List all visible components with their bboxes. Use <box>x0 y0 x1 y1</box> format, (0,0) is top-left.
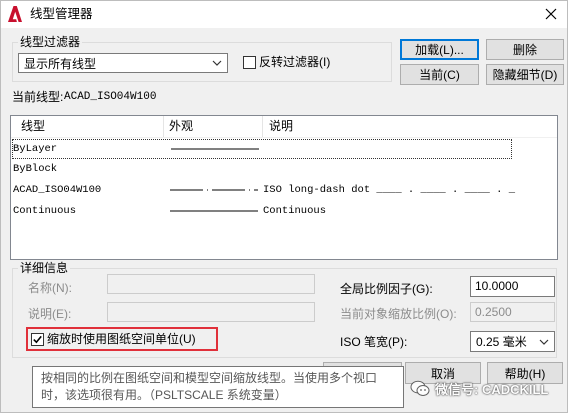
close-button[interactable] <box>540 4 562 24</box>
current-linetype-value: ACAD_ISO04W100 <box>64 91 157 103</box>
object-scale-field[interactable]: 0.2500 <box>470 302 555 322</box>
linetype-preview <box>171 140 259 158</box>
table-row[interactable]: ByLayer <box>12 139 512 159</box>
linetype-list[interactable]: 线型 外观 说明 ByLayer ByBlock ACAD_ISO04W100 … <box>10 115 558 260</box>
wechat-icon <box>410 380 430 396</box>
global-scale-field[interactable]: 10.0000 <box>470 276 555 297</box>
close-icon <box>545 8 557 20</box>
linetype-name: ACAD_ISO04W100 <box>13 184 102 196</box>
load-button[interactable]: 加载(L)... <box>400 39 479 60</box>
invert-filter-checkbox[interactable] <box>243 56 256 69</box>
set-current-button[interactable]: 当前(C) <box>400 64 479 85</box>
linetype-name: Continuous <box>13 205 77 217</box>
column-divider[interactable] <box>163 116 164 137</box>
name-field[interactable] <box>107 274 315 294</box>
chevron-down-icon <box>212 60 222 66</box>
object-scale-label: 当前对象缩放比例(O): <box>340 307 457 321</box>
linetype-name: ByLayer <box>13 143 58 155</box>
solid-line-icon <box>171 148 259 150</box>
tooltip-line: 按相同的比例在图纸空间和模型空间缩放线型。当使用多个视口 <box>41 371 378 385</box>
filter-group-label: 线型过滤器 <box>18 35 83 49</box>
window-title: 线型管理器 <box>30 7 93 21</box>
table-row[interactable]: ACAD_ISO04W100 ISO long-dash dot ____ . … <box>12 181 516 201</box>
invert-filter-label[interactable]: 反转过滤器(I) <box>259 54 330 70</box>
linetype-filter-dropdown[interactable]: 显示所有线型 <box>18 53 228 73</box>
iso-pen-width-label: ISO 笔宽(P): <box>340 335 408 349</box>
iso-pen-width-value: 0.25 毫米 <box>476 335 527 349</box>
global-scale-label: 全局比例因子(G): <box>340 282 433 296</box>
name-label: 名称(N): <box>28 281 72 295</box>
column-header-appearance[interactable]: 外观 <box>169 116 193 137</box>
linetype-filter-value: 显示所有线型 <box>24 56 97 71</box>
tooltip-line: 时，该选项很有用。（PSLTSCALE 系统变量） <box>41 388 287 402</box>
annotation-highlight-box <box>26 327 218 351</box>
delete-button[interactable]: 删除 <box>486 39 564 60</box>
linetype-preview <box>170 181 258 199</box>
autocad-logo-icon <box>7 5 23 23</box>
tooltip: 按相同的比例在图纸空间和模型空间缩放线型。当使用多个视口 时，该选项很有用。（P… <box>32 366 404 408</box>
column-divider[interactable] <box>262 116 263 137</box>
linetype-preview <box>170 160 258 178</box>
hide-details-button[interactable]: 隐藏细节(D) <box>486 64 564 85</box>
description-label: 说明(E): <box>28 307 72 321</box>
solid-line-icon <box>170 210 258 212</box>
linetype-description: ISO long-dash dot ____ . ____ . ____ . _ <box>263 184 516 196</box>
details-group-label: 详细信息 <box>18 261 71 275</box>
column-header-linetype[interactable]: 线型 <box>21 116 45 137</box>
linetype-preview <box>170 202 258 220</box>
description-field[interactable] <box>107 302 315 322</box>
table-row[interactable]: Continuous Continuous <box>12 202 512 222</box>
iso-pen-width-dropdown[interactable]: 0.25 毫米 <box>470 331 555 352</box>
linetype-description: Continuous <box>263 205 327 217</box>
chevron-down-icon <box>539 339 549 345</box>
long-dash-dot-line-icon <box>170 189 258 191</box>
table-row[interactable]: ByBlock <box>12 160 512 180</box>
column-header-description[interactable]: 说明 <box>269 116 293 137</box>
watermark: 微信号: CADCKILL <box>410 379 548 398</box>
title-bar[interactable]: 线型管理器 <box>0 0 568 28</box>
watermark-text: 微信号: CADCKILL <box>435 382 549 397</box>
current-linetype-label: 当前线型: <box>12 90 64 104</box>
linetype-name: ByBlock <box>13 163 58 175</box>
header-separator <box>11 137 557 138</box>
